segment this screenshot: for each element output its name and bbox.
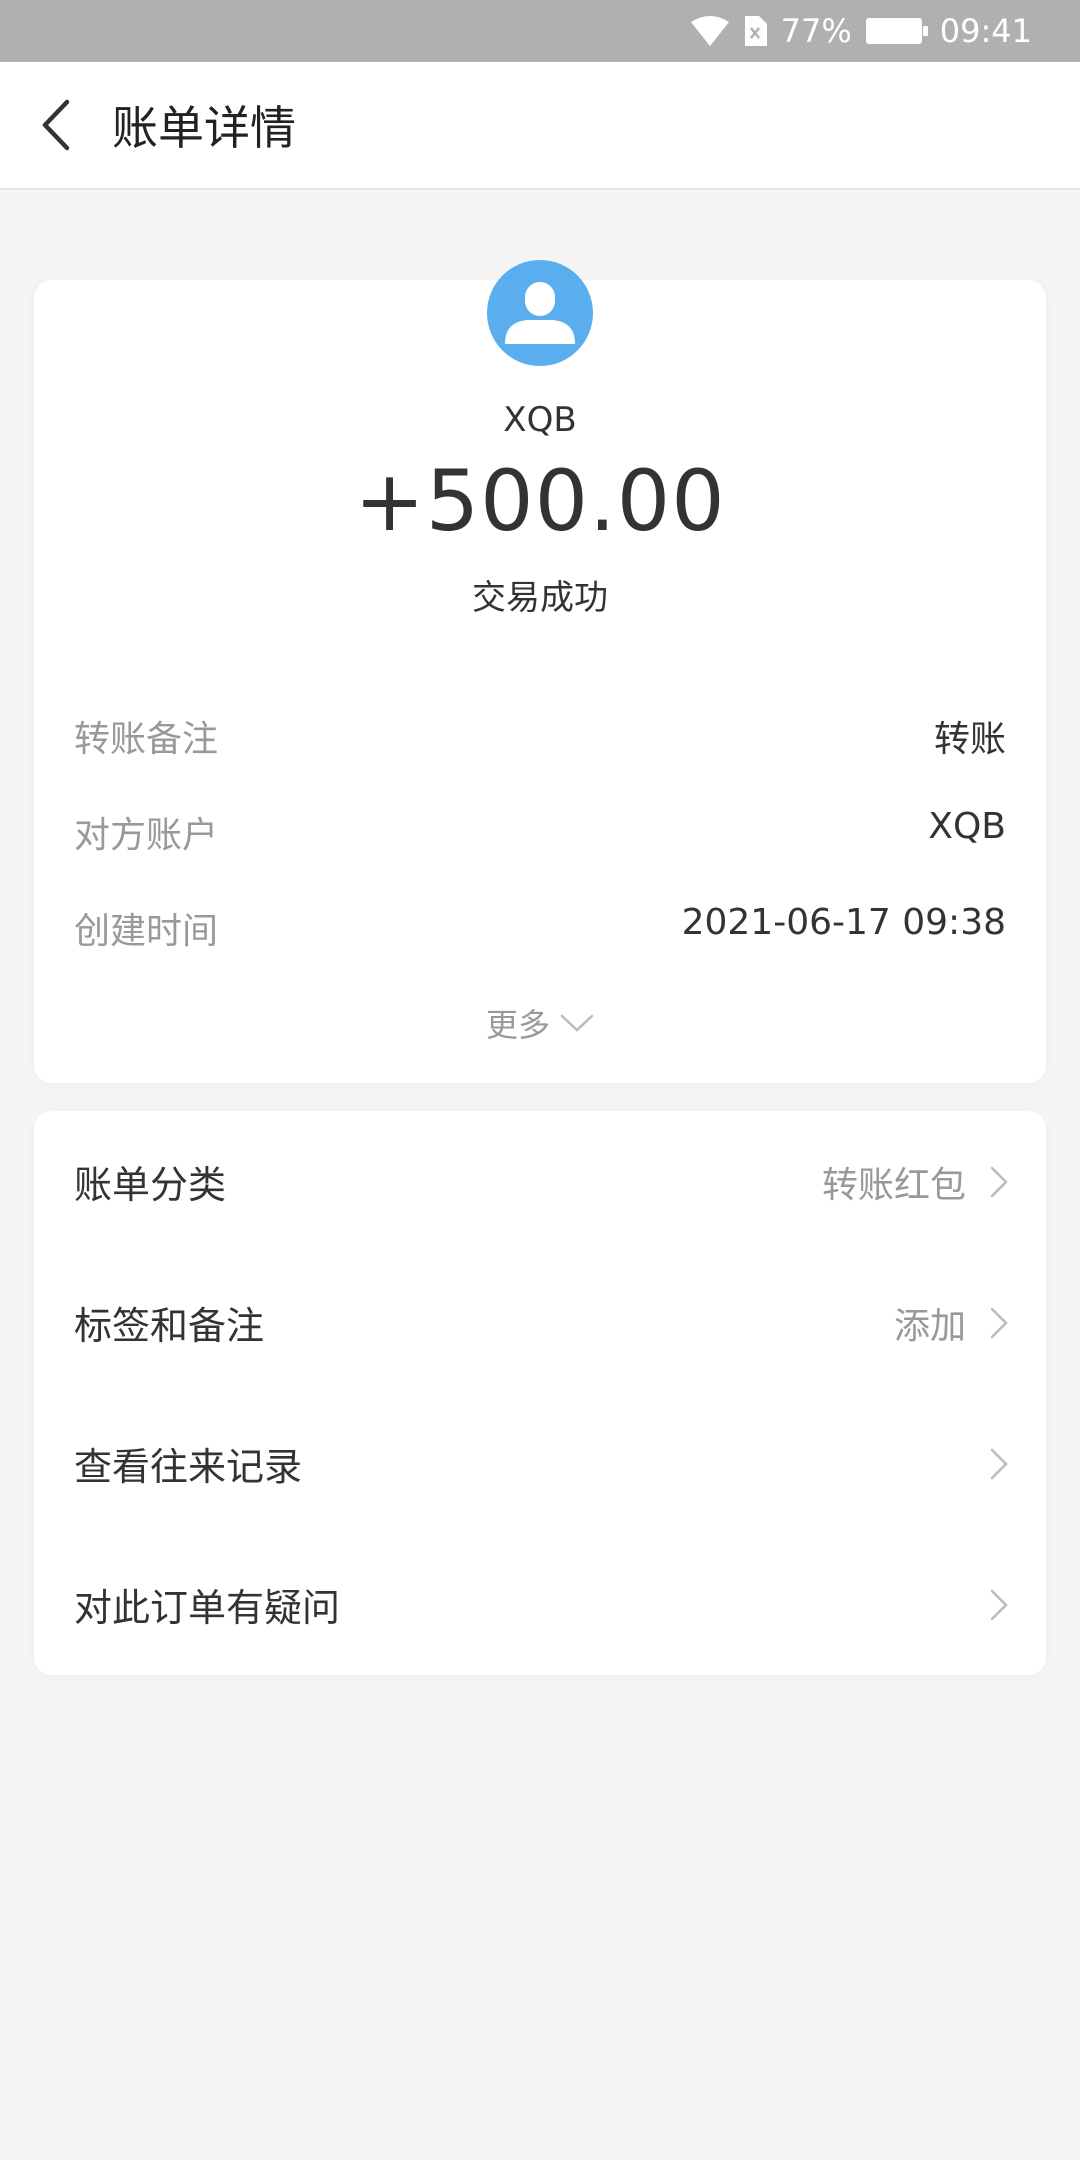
detail-row-remark: 转账备注 转账 (74, 710, 1006, 762)
menu-item-bill-category[interactable]: 账单分类 转账红包 (34, 1111, 1046, 1252)
page-title: 账单详情 (112, 101, 296, 155)
menu-value: 转账红包 (821, 1164, 966, 1206)
chevron-right-icon (990, 1166, 1008, 1197)
nav-bar: 账单详情 (0, 62, 1080, 190)
detail-row-created-time: 创建时间 2021-06-17 09:38 (74, 902, 1006, 954)
chevron-right-icon (990, 1307, 1008, 1338)
menu-item-order-question[interactable]: 对此订单有疑问 (34, 1534, 1046, 1675)
bill-actions-card: 账单分类 转账红包 标签和备注 添加 查看往来记录 对此订单有疑问 (34, 1111, 1046, 1675)
battery-percent: 77% (780, 12, 852, 50)
chevron-left-icon (42, 99, 70, 151)
payee-name: XQB (503, 400, 577, 440)
more-toggle[interactable]: 更多 (34, 1000, 1046, 1046)
detail-value: XQB (928, 806, 1006, 847)
battery-icon (865, 18, 928, 44)
menu-label: 账单分类 (74, 1163, 227, 1207)
transaction-summary-card: XQB +500.00 交易成功 转账备注 转账 对方账户 XQB 创建时间 2… (34, 260, 1046, 1083)
chevron-down-icon (560, 1014, 594, 1032)
menu-item-tags-notes[interactable]: 标签和备注 添加 (34, 1252, 1046, 1393)
detail-row-account: 对方账户 XQB (74, 806, 1006, 858)
menu-label: 查看往来记录 (74, 1445, 303, 1489)
menu-label: 标签和备注 (74, 1304, 265, 1348)
menu-label: 对此订单有疑问 (74, 1586, 341, 1630)
status-time: 09:41 (939, 12, 1032, 50)
detail-value: 2021-06-17 09:38 (681, 902, 1006, 943)
menu-item-transaction-history[interactable]: 查看往来记录 (34, 1393, 1046, 1534)
transaction-status: 交易成功 (472, 578, 608, 618)
transaction-amount: +500.00 (354, 452, 726, 550)
detail-label: 对方账户 (74, 815, 219, 856)
detail-label: 转账备注 (74, 719, 219, 760)
back-button[interactable] (0, 61, 112, 189)
no-sim-icon (744, 16, 767, 46)
chevron-right-icon (990, 1448, 1008, 1479)
user-icon (505, 282, 575, 344)
menu-value: 添加 (893, 1305, 966, 1347)
wifi-icon (690, 16, 729, 46)
chevron-right-icon (990, 1589, 1008, 1620)
detail-label: 创建时间 (74, 911, 219, 952)
detail-value: 转账 (933, 719, 1006, 760)
status-bar: 77% 09:41 (0, 0, 1080, 62)
avatar (487, 260, 593, 366)
more-label: 更多 (485, 1006, 550, 1044)
